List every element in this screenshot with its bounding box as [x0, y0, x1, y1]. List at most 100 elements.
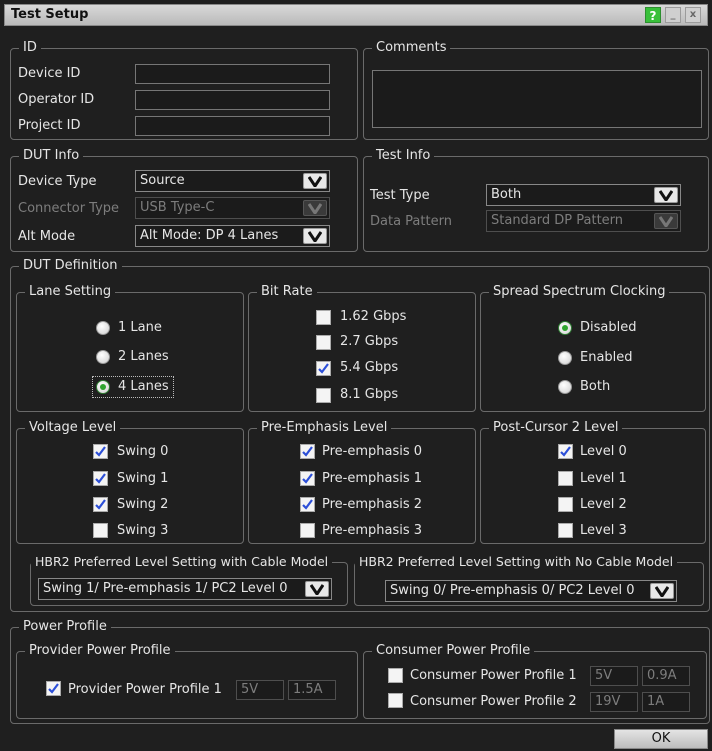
swing-2-label: Swing 2: [117, 497, 169, 512]
connector-type-select: USB Type-C: [135, 197, 330, 219]
provider-profile-1-label: Provider Power Profile 1: [68, 682, 222, 697]
pre-emphasis-3-checkbox[interactable]: [300, 523, 315, 538]
title-bar: Test Setup ? _ x: [4, 4, 708, 26]
consumer-2-voltage-field: 19V: [590, 692, 638, 712]
bitrate-81-label: 8.1 Gbps: [340, 387, 399, 402]
data-pattern-select: Standard DP Pattern: [486, 210, 681, 232]
consumer-profile-2-label: Consumer Power Profile 2: [410, 694, 577, 709]
test-info-legend: Test Info: [372, 148, 435, 163]
hbr2-nocable-value: Swing 0/ Pre-emphasis 0/ PC2 Level 0: [390, 583, 635, 598]
test-type-value: Both: [491, 187, 522, 202]
test-type-select[interactable]: Both: [486, 184, 681, 206]
chevron-down-icon[interactable]: [303, 173, 327, 189]
check-icon: [95, 446, 106, 457]
dut-definition-legend: DUT Definition: [19, 258, 122, 273]
chevron-down-icon[interactable]: [305, 581, 329, 597]
ok-button[interactable]: OK: [614, 729, 708, 749]
dut-info-legend: DUT Info: [19, 148, 84, 163]
swing-0-label: Swing 0: [117, 444, 169, 459]
lane-2-radio[interactable]: [96, 350, 110, 364]
device-type-value: Source: [140, 173, 185, 188]
lane-4-label: 4 Lanes: [118, 379, 169, 394]
bitrate-27-checkbox[interactable]: [316, 335, 331, 350]
operator-id-field[interactable]: [135, 90, 330, 110]
bitrate-54-checkbox[interactable]: [316, 361, 331, 376]
pre-emphasis-legend: Pre-Emphasis Level: [257, 420, 392, 435]
bit-rate-legend: Bit Rate: [257, 284, 317, 299]
consumer-profile-1-label: Consumer Power Profile 1: [410, 668, 577, 683]
level-1-checkbox[interactable]: [558, 471, 573, 486]
lane-1-radio[interactable]: [96, 321, 110, 335]
swing-1-checkbox[interactable]: [93, 471, 108, 486]
check-icon: [48, 683, 59, 694]
ssc-disabled-label: Disabled: [580, 320, 637, 335]
consumer-2-current-field: 1A: [642, 692, 690, 712]
bitrate-162-label: 1.62 Gbps: [340, 309, 407, 324]
check-icon: [302, 499, 313, 510]
bitrate-162-checkbox[interactable]: [316, 310, 331, 325]
test-type-label: Test Type: [370, 188, 430, 203]
bitrate-81-checkbox[interactable]: [316, 388, 331, 403]
device-id-field[interactable]: [135, 64, 330, 84]
hbr2-cable-legend: HBR2 Preferred Level Setting with Cable …: [31, 554, 333, 569]
voltage-level-legend: Voltage Level: [25, 420, 121, 435]
swing-1-label: Swing 1: [117, 471, 169, 486]
chevron-down-icon[interactable]: [303, 228, 327, 244]
hbr2-cable-select[interactable]: Swing 1/ Pre-emphasis 1/ PC2 Level 0: [38, 578, 332, 600]
ssc-enabled-radio[interactable]: [558, 351, 572, 365]
consumer-1-current-field: 0.9A: [642, 666, 690, 686]
pre-emphasis-0-label: Pre-emphasis 0: [322, 444, 423, 459]
consumer-profile-2-checkbox[interactable]: [388, 693, 403, 708]
check-icon: [95, 473, 106, 484]
check-icon: [95, 499, 106, 510]
provider-profile-1-checkbox[interactable]: [46, 681, 61, 696]
swing-3-label: Swing 3: [117, 523, 169, 538]
device-type-select[interactable]: Source: [135, 170, 330, 192]
check-icon: [302, 473, 313, 484]
level-0-checkbox[interactable]: [558, 444, 573, 459]
check-icon: [302, 446, 313, 457]
ssc-both-radio[interactable]: [558, 380, 572, 394]
swing-3-checkbox[interactable]: [93, 523, 108, 538]
level-1-label: Level 1: [580, 471, 627, 486]
swing-0-checkbox[interactable]: [93, 444, 108, 459]
pre-emphasis-2-checkbox[interactable]: [300, 497, 315, 512]
device-id-label: Device ID: [18, 66, 81, 81]
pre-emphasis-2-label: Pre-emphasis 2: [322, 497, 423, 512]
ssc-both-label: Both: [580, 379, 611, 394]
close-button[interactable]: x: [685, 7, 701, 23]
hbr2-nocable-select[interactable]: Swing 0/ Pre-emphasis 0/ PC2 Level 0: [385, 580, 677, 602]
hbr2-cable-value: Swing 1/ Pre-emphasis 1/ PC2 Level 0: [43, 581, 288, 596]
bitrate-54-label: 5.4 Gbps: [340, 360, 399, 375]
data-pattern-label: Data Pattern: [370, 214, 452, 229]
ssc-disabled-radio[interactable]: [558, 321, 572, 335]
level-2-checkbox[interactable]: [558, 497, 573, 512]
check-icon: [560, 446, 571, 457]
consumer-profile-legend: Consumer Power Profile: [372, 643, 535, 658]
device-type-label: Device Type: [18, 174, 97, 189]
level-3-checkbox[interactable]: [558, 523, 573, 538]
pre-emphasis-0-checkbox[interactable]: [300, 444, 315, 459]
ssc-legend: Spread Spectrum Clocking: [489, 284, 670, 299]
chevron-down-icon[interactable]: [650, 583, 674, 599]
provider-profile-legend: Provider Power Profile: [25, 643, 175, 658]
id-legend: ID: [19, 40, 41, 55]
lane-2-label: 2 Lanes: [118, 349, 169, 364]
hbr2-nocable-legend: HBR2 Preferred Level Setting with No Cab…: [355, 554, 678, 569]
pre-emphasis-1-checkbox[interactable]: [300, 471, 315, 486]
minimize-button[interactable]: _: [665, 7, 681, 23]
chevron-down-icon[interactable]: [654, 187, 678, 203]
connector-type-value: USB Type-C: [140, 200, 215, 215]
project-id-field[interactable]: [135, 116, 330, 136]
lane-setting-legend: Lane Setting: [25, 284, 116, 299]
help-button[interactable]: ?: [645, 7, 661, 23]
alt-mode-select[interactable]: Alt Mode: DP 4 Lanes: [135, 225, 330, 247]
consumer-1-voltage-field: 5V: [590, 666, 638, 686]
chevron-down-icon: [654, 213, 678, 229]
consumer-profile-1-checkbox[interactable]: [388, 668, 403, 683]
pre-emphasis-3-label: Pre-emphasis 3: [322, 523, 423, 538]
alt-mode-label: Alt Mode: [18, 229, 76, 244]
level-0-label: Level 0: [580, 444, 627, 459]
swing-2-checkbox[interactable]: [93, 497, 108, 512]
comments-field[interactable]: [372, 70, 702, 128]
